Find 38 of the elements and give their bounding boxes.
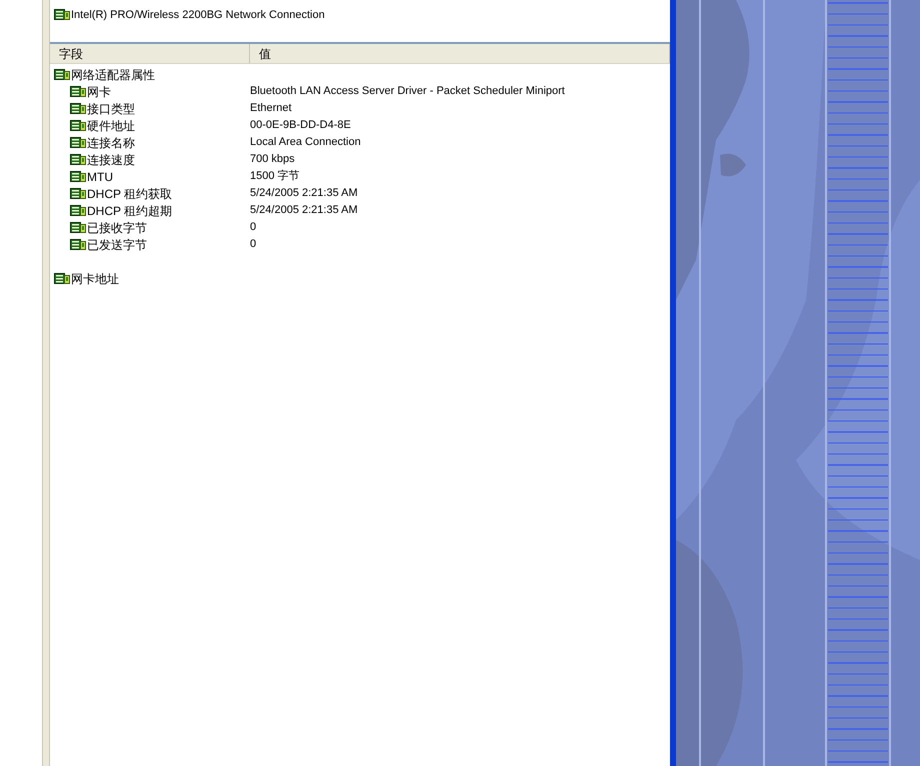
field-name: 网卡地址 bbox=[71, 270, 119, 288]
network-adapter-icon bbox=[54, 68, 70, 80]
field-value: Bluetooth LAN Access Server Driver - Packet Scheduler Miniport bbox=[250, 84, 565, 100]
network-adapter-icon bbox=[70, 188, 86, 200]
field-value: Local Area Connection bbox=[250, 135, 361, 150]
field-value: 1500 字节 bbox=[250, 168, 300, 184]
field-name: DHCP 租约超期 bbox=[87, 202, 172, 220]
field-name: 接口类型 bbox=[87, 100, 135, 118]
field-value: 5/24/2005 2:21:35 AM bbox=[250, 186, 358, 202]
network-adapter-icon bbox=[70, 120, 86, 132]
field-value: Ethernet bbox=[250, 101, 292, 116]
adapter-item[interactable]: Intel(R) PRO/Wireless 2200BG Network Connection bbox=[71, 6, 325, 23]
network-adapter-icon bbox=[70, 102, 86, 114]
field-name: 已发送字节 bbox=[87, 236, 147, 254]
network-adapter-icon bbox=[70, 86, 86, 98]
field-name: 网卡 bbox=[87, 84, 111, 100]
field-name: DHCP 租约获取 bbox=[87, 186, 172, 202]
field-name: 连接速度 bbox=[87, 152, 135, 168]
field-value: 0 bbox=[250, 237, 256, 252]
field-name: MTU bbox=[87, 168, 113, 186]
network-adapter-icon bbox=[70, 154, 86, 166]
field-name: 网络适配器属性 bbox=[71, 66, 155, 84]
network-adapter-icon bbox=[70, 136, 86, 148]
field-name: 已接收字节 bbox=[87, 220, 147, 236]
splitter-bar[interactable] bbox=[42, 0, 50, 766]
network-adapter-icon bbox=[70, 170, 86, 182]
field-value: 700 kbps bbox=[250, 152, 295, 168]
network-adapter-icon bbox=[70, 222, 86, 234]
field-value: 00-0E-9B-DD-D4-8E bbox=[250, 118, 351, 134]
network-adapter-icon bbox=[70, 238, 86, 250]
field-value: 5/24/2005 2:21:35 AM bbox=[250, 203, 358, 218]
column-header-cell[interactable]: 字段 bbox=[50, 44, 250, 63]
field-value: 0 bbox=[250, 220, 256, 236]
field-name: 硬件地址 bbox=[87, 118, 135, 134]
network-adapter-icon bbox=[54, 8, 70, 21]
network-adapter-icon bbox=[70, 204, 86, 216]
network-adapter-icon bbox=[54, 272, 70, 284]
field-name: 连接名称 bbox=[87, 134, 135, 152]
